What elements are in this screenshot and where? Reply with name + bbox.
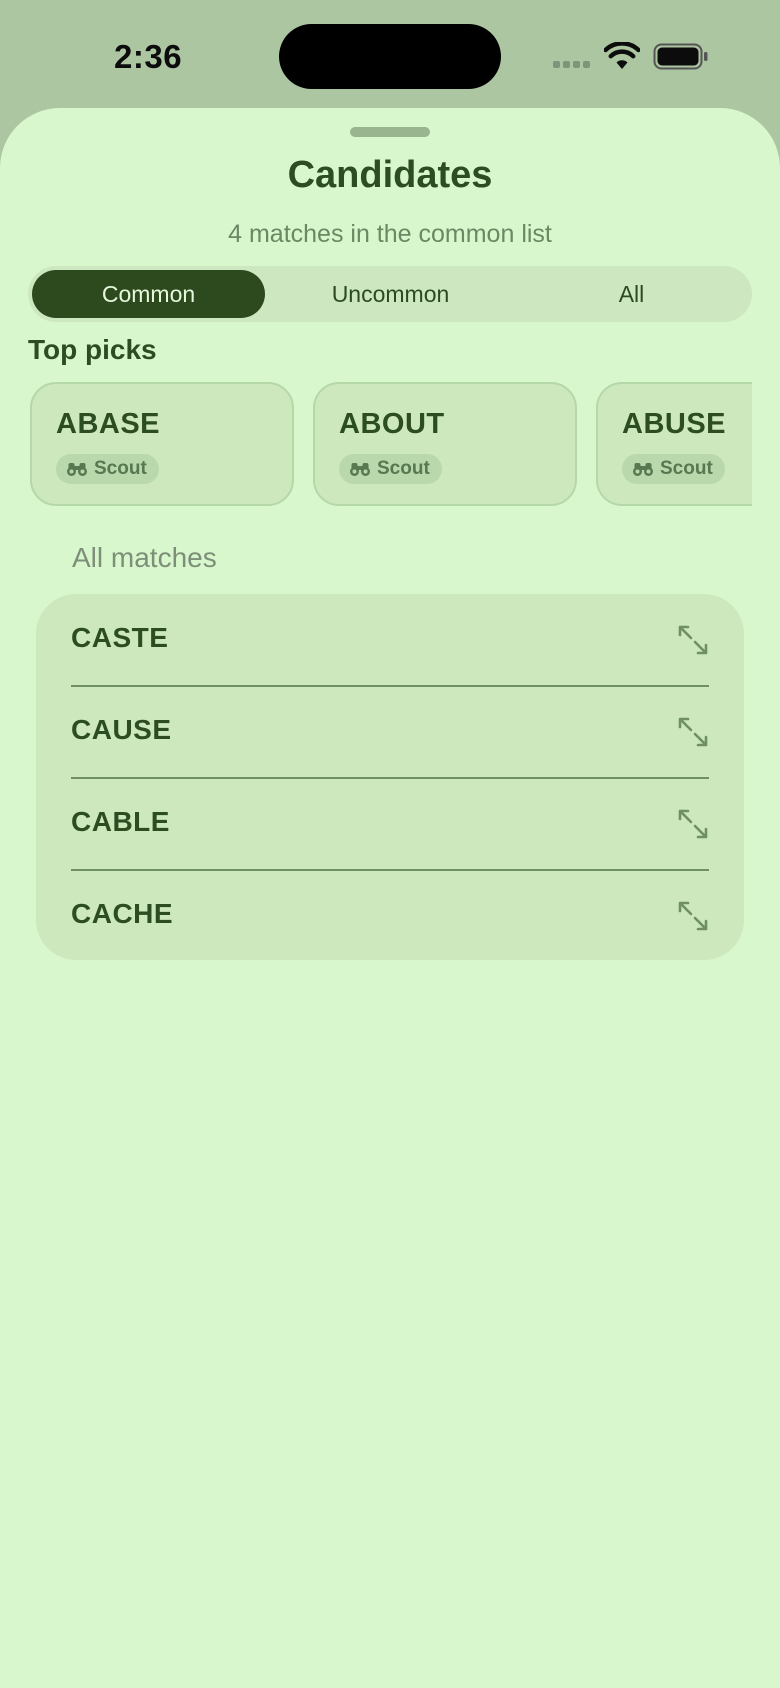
expand-icon[interactable] bbox=[677, 808, 709, 840]
expand-icon[interactable] bbox=[677, 716, 709, 748]
expand-icon[interactable] bbox=[677, 624, 709, 656]
segment-common[interactable]: Common bbox=[32, 270, 265, 318]
status-time: 2:36 bbox=[114, 38, 183, 75]
top-picks-title: Top picks bbox=[28, 334, 157, 365]
cellular-signal-icon bbox=[553, 61, 593, 69]
all-matches-title: All matches bbox=[72, 542, 217, 573]
segment-all[interactable]: All bbox=[515, 270, 748, 318]
list-item[interactable]: CAUSE bbox=[71, 686, 709, 778]
match-word: CAUSE bbox=[71, 714, 172, 745]
pick-word: ABUSE bbox=[622, 408, 727, 440]
list-item[interactable]: CACHE bbox=[71, 870, 709, 962]
sheet-grabber[interactable] bbox=[350, 127, 430, 137]
segment-uncommon[interactable]: Uncommon bbox=[274, 270, 507, 318]
match-word: CASTE bbox=[71, 622, 169, 653]
all-matches-list: CASTE CAUSE CABLE CACHE bbox=[36, 594, 744, 960]
candidates-sheet: Candidates 4 matches in the common list … bbox=[0, 108, 780, 1688]
battery-icon bbox=[653, 43, 708, 70]
list-filter-segmented-control: Common Uncommon All bbox=[28, 266, 752, 322]
status-bar: 2:36 bbox=[0, 0, 780, 110]
pick-word: ABASE bbox=[56, 408, 161, 440]
pick-word: ABOUT bbox=[339, 408, 445, 440]
pick-card-about[interactable]: ABOUT Scout bbox=[313, 382, 577, 506]
scout-badge: Scout bbox=[339, 454, 442, 484]
expand-icon[interactable] bbox=[677, 900, 709, 932]
dynamic-island bbox=[279, 24, 501, 89]
badge-label: Scout bbox=[377, 458, 430, 479]
pick-card-abase[interactable]: ABASE Scout bbox=[30, 382, 294, 506]
sheet-title: Candidates bbox=[287, 154, 493, 196]
sheet-subtitle: 4 matches in the common list bbox=[228, 220, 552, 248]
badge-label: Scout bbox=[660, 458, 713, 479]
match-word: CACHE bbox=[71, 898, 174, 929]
binoculars-icon bbox=[67, 463, 87, 476]
scout-badge: Scout bbox=[622, 454, 725, 484]
scout-badge: Scout bbox=[56, 454, 159, 484]
list-item[interactable]: CABLE bbox=[71, 778, 709, 870]
wifi-icon bbox=[604, 42, 640, 69]
top-picks-carousel[interactable]: ABASE Scout ABOUT Scout ABUSE Scout bbox=[28, 382, 752, 512]
badge-label: Scout bbox=[94, 458, 147, 479]
pick-card-abuse[interactable]: ABUSE Scout bbox=[596, 382, 752, 506]
list-item[interactable]: CASTE bbox=[71, 594, 709, 686]
binoculars-icon bbox=[633, 463, 653, 476]
match-word: CABLE bbox=[71, 806, 170, 837]
binoculars-icon bbox=[350, 463, 370, 476]
